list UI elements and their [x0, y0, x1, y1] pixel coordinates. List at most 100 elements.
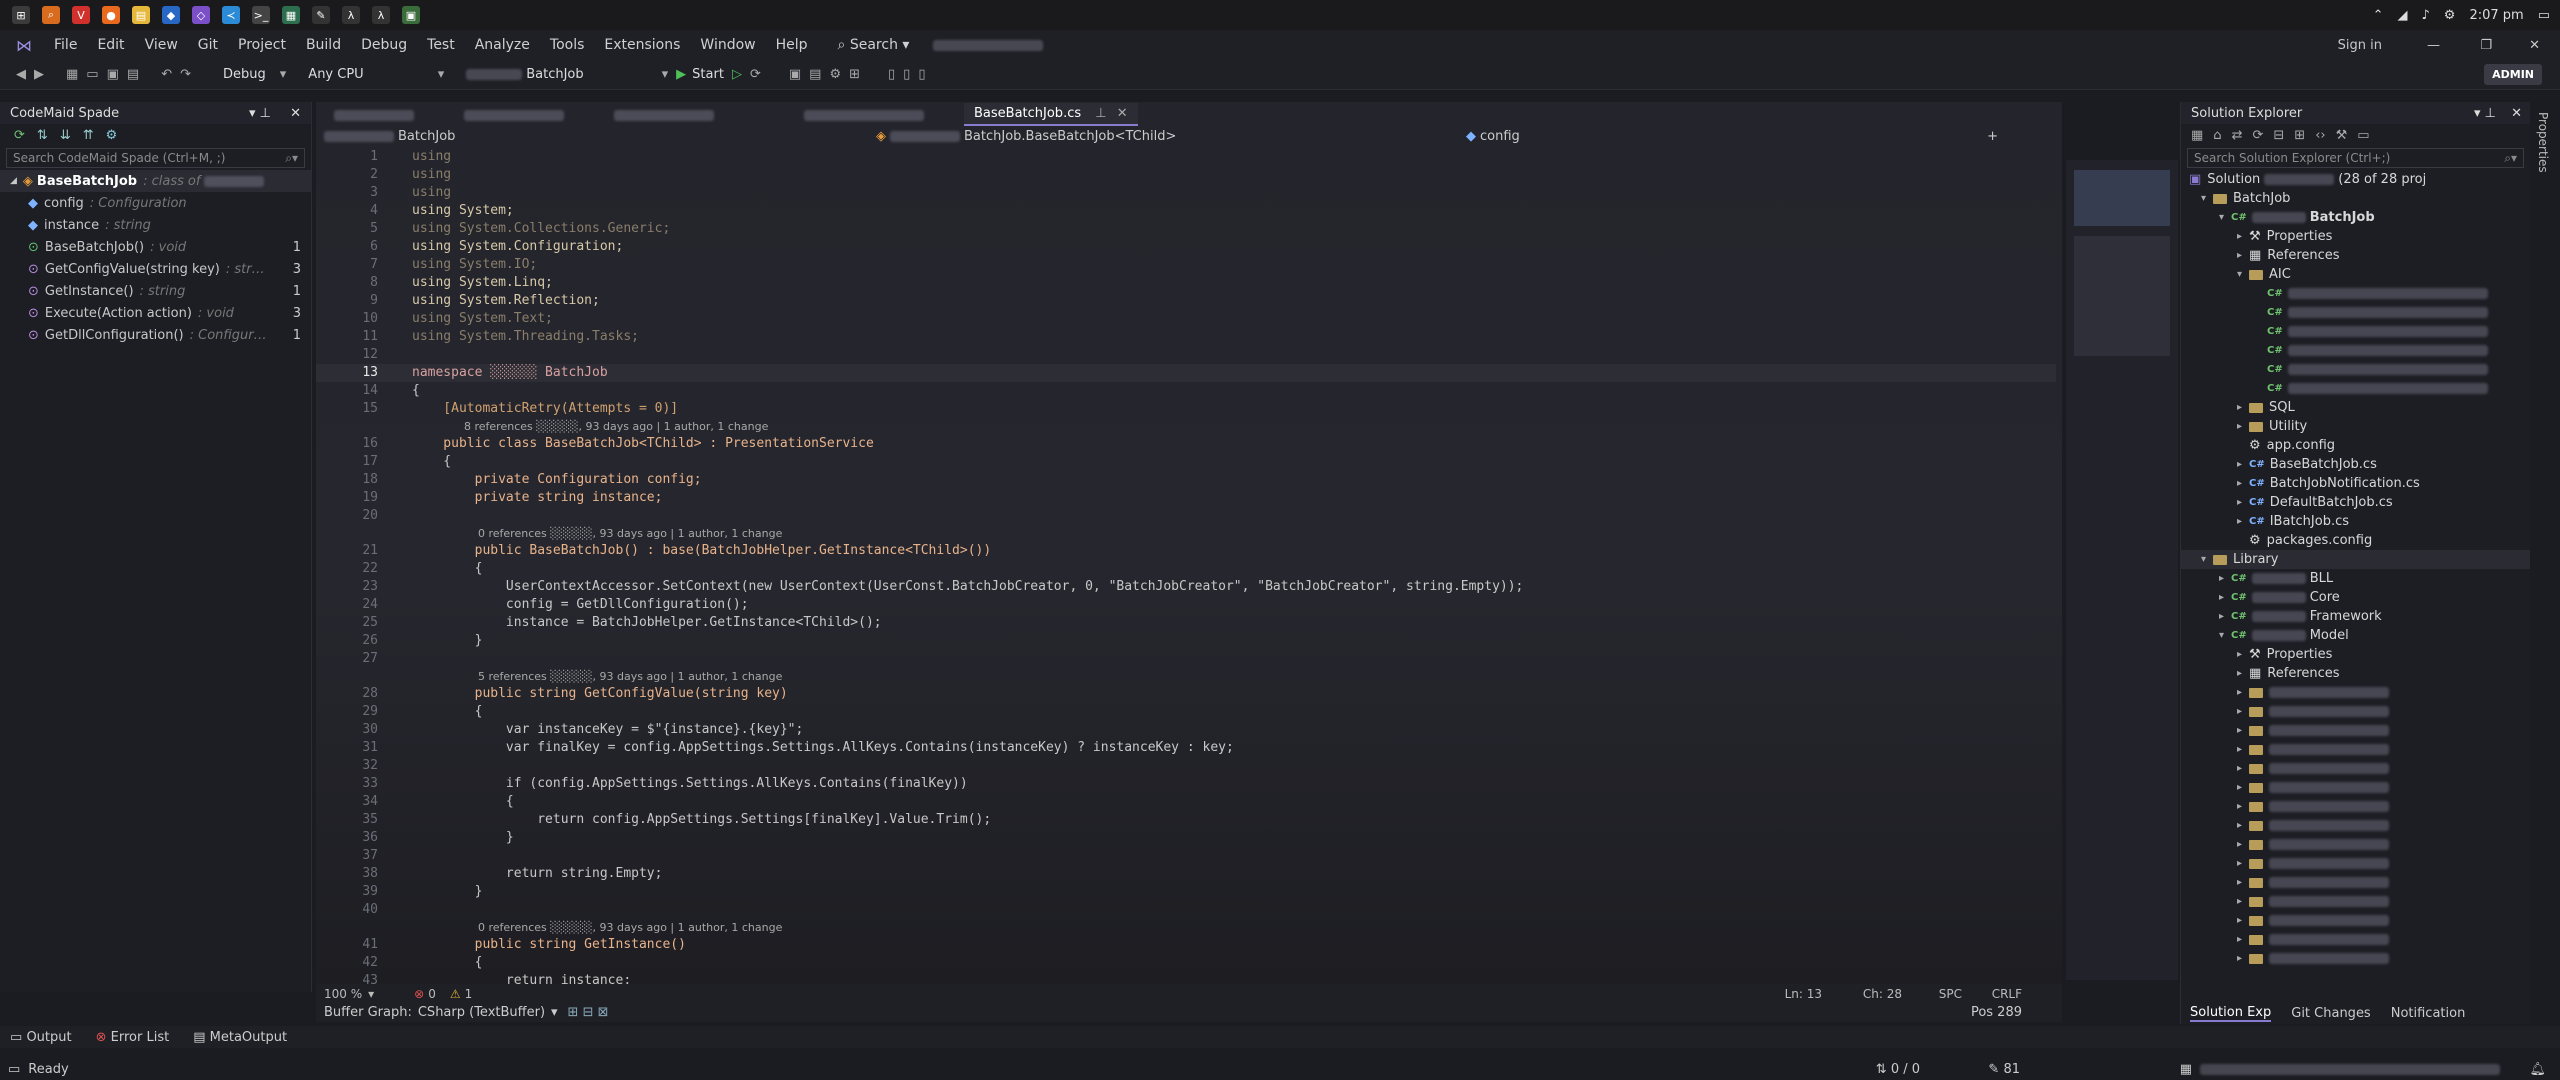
- code-line[interactable]: 20: [316, 507, 2056, 525]
- error-icon[interactable]: ⊗: [414, 987, 424, 1001]
- menu-test[interactable]: Test: [417, 37, 465, 53]
- expander-icon[interactable]: ▾: [2219, 212, 2231, 223]
- sort-type-icon[interactable]: ⇈: [83, 128, 94, 143]
- tree-item[interactable]: ⚙ app.config: [2181, 436, 2530, 455]
- tree-item[interactable]: ▾ BatchJob: [2181, 189, 2530, 208]
- code-line[interactable]: 38 return string.Empty;: [316, 865, 2056, 883]
- document-tab[interactable]: [454, 105, 574, 126]
- bookmark-icon[interactable]: ▯: [903, 67, 910, 82]
- tree-item[interactable]: ▸: [2181, 816, 2530, 835]
- tree-item[interactable]: ▸ ▦ References: [2181, 246, 2530, 265]
- sort-icon[interactable]: ⇅: [37, 128, 48, 143]
- expander-icon[interactable]: ▸: [2237, 858, 2249, 869]
- tree-item[interactable]: ▸ C# Framework: [2181, 607, 2530, 626]
- tree-item[interactable]: ▾ Library: [2181, 550, 2530, 569]
- camera-icon[interactable]: ▣: [402, 6, 420, 24]
- expander-icon[interactable]: ▸: [2237, 953, 2249, 964]
- redo-icon[interactable]: ↷: [180, 67, 191, 82]
- expander-icon[interactable]: ▸: [2237, 782, 2249, 793]
- document-tab[interactable]: [794, 105, 934, 126]
- expander-icon[interactable]: ▸: [2219, 573, 2231, 584]
- tree-item[interactable]: ▸: [2181, 759, 2530, 778]
- code-line[interactable]: 3 using: [316, 184, 2056, 202]
- expander-icon[interactable]: ▸: [2237, 877, 2249, 888]
- code-line[interactable]: 17 {: [316, 453, 2056, 471]
- clock-text[interactable]: 2:07 pm: [2469, 8, 2523, 23]
- tree-item[interactable]: ▸ C# BatchJobNotification.cs: [2181, 474, 2530, 493]
- tree-item[interactable]: ▸: [2181, 683, 2530, 702]
- close-icon[interactable]: ✕: [2511, 106, 2522, 121]
- spade-member[interactable]: ⊙ BaseBatchJob() : void 1: [0, 236, 311, 258]
- pen-icon[interactable]: ✎: [312, 6, 330, 24]
- open-icon[interactable]: ▭: [86, 67, 98, 82]
- close-icon[interactable]: ✕: [290, 106, 301, 121]
- expander-icon[interactable]: ▸: [2237, 763, 2249, 774]
- code-line[interactable]: 18 private Configuration config;: [316, 471, 2056, 489]
- expander-icon[interactable]: ▸: [2237, 934, 2249, 945]
- code-line[interactable]: 37: [316, 847, 2056, 865]
- whitespace-mode[interactable]: SPC: [1939, 987, 1962, 1001]
- solution-root[interactable]: ▣ Solution (28 of 28 proj: [2181, 170, 2530, 189]
- minimize-icon[interactable]: —: [2427, 38, 2440, 53]
- tab-solution-explorer[interactable]: Solution Exp: [2190, 1005, 2272, 1022]
- shield-icon[interactable]: ◆: [162, 6, 180, 24]
- code-line[interactable]: 14 {: [316, 382, 2056, 400]
- tree-item[interactable]: ▸: [2181, 778, 2530, 797]
- spade-root[interactable]: ◢ ◈ BaseBatchJob : class of: [0, 170, 311, 192]
- code-line[interactable]: 36 }: [316, 829, 2056, 847]
- code-line[interactable]: 35 return config.AppSettings.Settings[fi…: [316, 811, 2056, 829]
- menu-debug[interactable]: Debug: [351, 37, 417, 53]
- expander-icon[interactable]: ▸: [2237, 896, 2249, 907]
- app-icon[interactable]: ▦: [282, 6, 300, 24]
- spade-member[interactable]: ◆ instance : string: [0, 214, 311, 236]
- expander-icon[interactable]: ▸: [2237, 250, 2249, 261]
- code-line[interactable]: 24 config = GetDllConfiguration();: [316, 596, 2056, 614]
- menu-window[interactable]: Window: [690, 37, 765, 53]
- vscode-icon[interactable]: ≺: [222, 6, 240, 24]
- tree-item[interactable]: ▸ ▦ References: [2181, 664, 2530, 683]
- chevron-up-icon[interactable]: ⌃: [2373, 8, 2384, 23]
- code-line[interactable]: 9 using System.Reflection;: [316, 292, 2056, 310]
- config-dropdown[interactable]: Debug: [217, 67, 272, 82]
- menu-analyze[interactable]: Analyze: [465, 37, 540, 53]
- code-line[interactable]: 30 var instanceKey = $"{instance}.{key}"…: [316, 721, 2056, 739]
- code-line[interactable]: 13 namespace ░░░░░░ BatchJob: [316, 364, 2056, 382]
- code-line[interactable]: 27: [316, 650, 2056, 668]
- expander-icon[interactable]: ▸: [2237, 725, 2249, 736]
- code-line[interactable]: 8 using System.Linq;: [316, 274, 2056, 292]
- code-line[interactable]: 41 public string GetInstance(): [316, 936, 2056, 954]
- acrobat-icon[interactable]: λ: [342, 6, 360, 24]
- start-without-debug-icon[interactable]: ▷: [732, 67, 742, 82]
- document-tab[interactable]: [604, 105, 724, 126]
- refresh-icon[interactable]: ⟳: [14, 128, 25, 143]
- save-icon[interactable]: ▣: [107, 67, 119, 82]
- code-line[interactable]: 6 using System.Configuration;: [316, 238, 2056, 256]
- minimap[interactable]: [2066, 160, 2178, 980]
- spade-member[interactable]: ⊙ Execute(Action action) : void 3: [0, 302, 311, 324]
- terminal-icon[interactable]: >_: [252, 6, 270, 24]
- restore-icon[interactable]: ❐: [2480, 38, 2492, 53]
- tree-item[interactable]: ▸ SQL: [2181, 398, 2530, 417]
- code-lens[interactable]: 0 references ░░░░░, 93 days ago | 1 auth…: [316, 525, 2056, 542]
- sign-in-link[interactable]: Sign in: [2338, 38, 2382, 53]
- code-line[interactable]: 19 private string instance;: [316, 489, 2056, 507]
- wrench-icon[interactable]: ⚒: [2336, 128, 2348, 143]
- expander-icon[interactable]: ▸: [2237, 231, 2249, 242]
- menu-help[interactable]: Help: [766, 37, 818, 53]
- tree-item[interactable]: ▸ C# BLL: [2181, 569, 2530, 588]
- code-line[interactable]: 31 var finalKey = config.AppSettings.Set…: [316, 739, 2056, 757]
- tree-item[interactable]: ▸ ⚒ Properties: [2181, 227, 2530, 246]
- git-up-down[interactable]: ⇅ 0 / 0: [1876, 1062, 1920, 1077]
- code-line[interactable]: 32: [316, 757, 2056, 775]
- warning-icon[interactable]: ⚠: [450, 987, 461, 1001]
- code-line[interactable]: 39 }: [316, 883, 2056, 901]
- network-icon[interactable]: ◢: [2398, 8, 2408, 23]
- code-line[interactable]: 15 [AutomaticRetry(Attempts = 0)]: [316, 400, 2056, 418]
- tree-item[interactable]: C#: [2181, 379, 2530, 398]
- expander-icon[interactable]: ▸: [2219, 611, 2231, 622]
- vivaldi-icon[interactable]: V: [72, 6, 90, 24]
- menu-file[interactable]: File: [44, 37, 87, 53]
- add-icon[interactable]: +: [1987, 129, 1998, 144]
- tree-item[interactable]: ▸: [2181, 873, 2530, 892]
- graph-icon[interactable]: ⊞ ⊟ ⊠: [568, 1005, 609, 1020]
